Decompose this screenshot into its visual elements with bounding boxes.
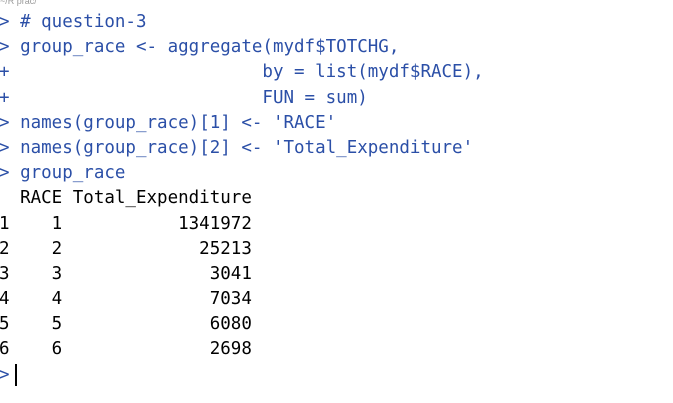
- console-input-text: group_race: [20, 163, 126, 184]
- console-input-text: names(group_race)[2] <- 'Total_Expenditu…: [20, 137, 474, 158]
- table-row: 3 3 3041: [0, 262, 673, 287]
- active-prompt: >: [0, 364, 10, 385]
- console-input-text: names(group_race)[1] <- 'RACE': [20, 112, 337, 133]
- table-row: 5 5 6080: [0, 312, 673, 337]
- table-header-text: RACE Total_Expenditure: [0, 188, 252, 209]
- console-input-text: by = list(mydf$RACE),: [20, 62, 484, 83]
- table-row-text: 1 1 1341972: [0, 213, 252, 234]
- console-prompt: >: [0, 137, 21, 158]
- active-input-line[interactable]: >: [0, 363, 673, 388]
- console-continuation-prompt: +: [0, 87, 21, 108]
- table-row: 2 2 25213: [0, 237, 673, 262]
- console-continuation-prompt: +: [0, 62, 21, 83]
- table-row-text: 6 6 2698: [0, 339, 252, 360]
- rstudio-console: { "path_bar": { "text": "~/R prac/" }, "…: [0, 0, 673, 403]
- console-line: > group_race: [0, 161, 673, 186]
- console-input-text: # question-3: [20, 12, 147, 32]
- console-line: > names(group_race)[1] <- 'RACE': [0, 111, 673, 136]
- console-input-text: group_race <- aggregate(mydf$TOTCHG,: [20, 37, 400, 58]
- table-row-text: 2 2 25213: [0, 238, 252, 259]
- table-row-text: 3 3 3041: [0, 263, 252, 284]
- table-row-text: 4 4 7034: [0, 289, 252, 310]
- console-line: + FUN = sum): [0, 86, 673, 111]
- table-row: 4 4 7034: [0, 287, 673, 312]
- table-row-text: 5 5 6080: [0, 314, 252, 335]
- console-line: > # question-3: [0, 10, 673, 35]
- console-prompt: >: [0, 12, 21, 32]
- console-output[interactable]: > # question-3 > group_race <- aggregate…: [0, 10, 673, 388]
- console-prompt: >: [0, 112, 21, 133]
- console-prompt: >: [0, 163, 21, 184]
- table-header-row: RACE Total_Expenditure: [0, 186, 673, 211]
- console-input-text: FUN = sum): [20, 87, 368, 108]
- text-cursor: [14, 363, 17, 386]
- console-prompt: >: [0, 37, 21, 58]
- table-row: 1 1 1341972: [0, 212, 673, 237]
- console-line: > names(group_race)[2] <- 'Total_Expendi…: [0, 136, 673, 161]
- console-line: + by = list(mydf$RACE),: [0, 60, 673, 85]
- working-directory-path: ~/R prac/: [0, 0, 37, 6]
- console-line: > group_race <- aggregate(mydf$TOTCHG,: [0, 35, 673, 60]
- table-row: 6 6 2698: [0, 337, 673, 362]
